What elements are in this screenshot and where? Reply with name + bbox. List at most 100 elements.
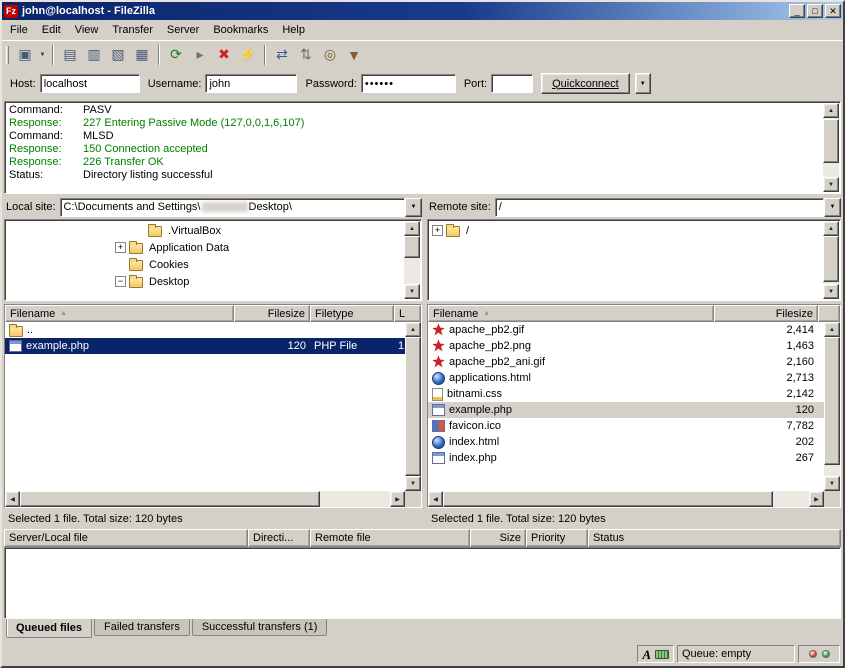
tree-item[interactable]: −Desktop [7, 273, 401, 290]
column-header-l[interactable]: L [394, 305, 421, 322]
maximize-button[interactable]: □ [807, 4, 823, 18]
minimize-button[interactable]: _ [789, 4, 805, 18]
local-site-value[interactable]: C:\Documents and Settings\ Desktop\ [60, 198, 405, 217]
file-row[interactable]: example.php120 [428, 402, 824, 418]
transfer-type-icon[interactable]: A [642, 648, 651, 661]
local-site-combo[interactable]: C:\Documents and Settings\ Desktop\ ▼ [60, 198, 422, 217]
host-input[interactable] [40, 74, 140, 93]
filter-icon[interactable]: ▼ [342, 44, 366, 66]
scroll-right-icon[interactable]: ▶ [390, 491, 405, 507]
scrollbar-track[interactable] [823, 118, 839, 177]
tab-queued-files[interactable]: Queued files [6, 619, 92, 638]
tree-collapse-icon[interactable]: − [115, 276, 126, 287]
port-input[interactable] [491, 74, 533, 93]
column-header-size[interactable]: Size [470, 529, 526, 547]
close-button[interactable]: ✕ [825, 4, 841, 18]
sync-browsing-icon[interactable]: ⇅ [294, 44, 318, 66]
column-header-filename[interactable]: Filename▲ [428, 305, 714, 322]
remote-site-value[interactable]: / [495, 198, 824, 217]
file-row[interactable]: apache_pb2.png1,463 [428, 338, 824, 354]
tree-item[interactable]: Cookies [7, 256, 401, 273]
toolbar-grip[interactable] [6, 46, 9, 64]
file-row[interactable]: apache_pb2_ani.gif2,160 [428, 354, 824, 370]
local-list-vscrollbar[interactable]: ▲▼ [405, 322, 421, 491]
remote-site-dropdown-button[interactable]: ▼ [824, 198, 841, 217]
scrollbar-track[interactable] [443, 491, 809, 507]
scroll-right-icon[interactable]: ▶ [809, 491, 824, 507]
password-input[interactable] [361, 74, 456, 93]
disconnect-icon[interactable]: ⚡ [236, 44, 260, 66]
scrollbar-track[interactable] [824, 337, 840, 476]
scrollbar-thumb[interactable] [404, 236, 420, 258]
remote-list-vscrollbar[interactable]: ▲▼ [824, 322, 840, 491]
toggle-log-icon[interactable]: ▤ [58, 44, 82, 66]
tree-item[interactable]: .VirtualBox [7, 222, 401, 239]
remote-site-combo[interactable]: / ▼ [495, 198, 841, 217]
scroll-up-icon[interactable]: ▲ [405, 322, 421, 337]
column-header-filetype[interactable]: Filetype [310, 305, 394, 322]
scrollbar-track[interactable] [404, 236, 420, 284]
column-header-server-local-file[interactable]: Server/Local file [4, 529, 248, 547]
file-row[interactable]: bitnami.css2,142 [428, 386, 824, 402]
scroll-down-icon[interactable]: ▼ [404, 284, 420, 299]
file-row[interactable]: example.php120PHP File1 [5, 338, 405, 354]
site-manager-icon[interactable]: ▣ [13, 44, 37, 66]
toggle-queue-icon[interactable]: ▦ [130, 44, 154, 66]
scroll-down-icon[interactable]: ▼ [823, 177, 839, 192]
file-row[interactable]: favicon.ico7,782 [428, 418, 824, 434]
menu-file[interactable]: File [3, 21, 35, 39]
column-header-remote-file[interactable]: Remote file [310, 529, 470, 547]
remote-tree-scrollbar[interactable]: ▲▼ [823, 221, 839, 299]
column-header-filesize[interactable]: Filesize [714, 305, 818, 322]
scrollbar-thumb[interactable] [20, 491, 320, 507]
toggle-local-tree-icon[interactable]: ▥ [82, 44, 106, 66]
scroll-up-icon[interactable]: ▲ [404, 221, 420, 236]
file-row[interactable]: index.php267 [428, 450, 824, 466]
process-queue-icon[interactable]: ▸ [188, 44, 212, 66]
local-site-dropdown-button[interactable]: ▼ [405, 198, 422, 217]
scroll-down-icon[interactable]: ▼ [823, 284, 839, 299]
filezilla-logo-icon[interactable]: Fz [4, 5, 18, 18]
file-row[interactable]: apache_pb2.gif2,414 [428, 322, 824, 338]
scroll-left-icon[interactable]: ◀ [5, 491, 20, 507]
scrollbar-thumb[interactable] [823, 236, 839, 282]
titlebar[interactable]: Fz john@localhost - FileZilla _ □ ✕ [2, 2, 843, 20]
scrollbar-track[interactable] [823, 236, 839, 284]
scrollbar-thumb[interactable] [823, 119, 839, 163]
column-header-directi[interactable]: Directi... [248, 529, 310, 547]
scroll-left-icon[interactable]: ◀ [428, 491, 443, 507]
scrollbar-thumb[interactable] [443, 491, 773, 507]
tree-item[interactable]: +/ [430, 222, 820, 239]
scroll-up-icon[interactable]: ▲ [823, 103, 839, 118]
column-header-priority[interactable]: Priority [526, 529, 588, 547]
menu-bookmarks[interactable]: Bookmarks [206, 21, 275, 39]
file-row[interactable]: index.html202 [428, 434, 824, 450]
menu-edit[interactable]: Edit [35, 21, 68, 39]
column-header-filler[interactable] [818, 305, 840, 322]
username-input[interactable] [205, 74, 297, 93]
log-scrollbar[interactable]: ▲▼ [823, 103, 839, 192]
column-header-status[interactable]: Status [588, 529, 841, 547]
site-manager-dropdown-icon[interactable]: ▼ [37, 44, 48, 66]
tree-expand-icon[interactable]: + [432, 225, 443, 236]
file-row[interactable]: applications.html2,713 [428, 370, 824, 386]
quickconnect-button[interactable]: Quickconnect [541, 73, 630, 94]
scroll-down-icon[interactable]: ▼ [824, 476, 840, 491]
cancel-icon[interactable]: ✖ [212, 44, 236, 66]
tab-failed-transfers[interactable]: Failed transfers [94, 619, 190, 636]
tree-item[interactable]: +Application Data [7, 239, 401, 256]
scroll-up-icon[interactable]: ▲ [823, 221, 839, 236]
scroll-down-icon[interactable]: ▼ [405, 476, 421, 491]
menu-view[interactable]: View [68, 21, 106, 39]
scrollbar-thumb[interactable] [824, 337, 840, 465]
scrollbar-track[interactable] [20, 491, 390, 507]
file-row[interactable]: .. [5, 322, 405, 338]
find-icon[interactable]: ◎ [318, 44, 342, 66]
scroll-up-icon[interactable]: ▲ [824, 322, 840, 337]
scrollbar-track[interactable] [405, 337, 421, 476]
scrollbar-thumb[interactable] [405, 337, 421, 476]
quickconnect-dropdown-button[interactable]: ▼ [635, 73, 651, 94]
compare-icon[interactable]: ⇄ [270, 44, 294, 66]
remote-list-hscrollbar[interactable]: ◀▶ [428, 491, 824, 507]
menu-help[interactable]: Help [275, 21, 312, 39]
